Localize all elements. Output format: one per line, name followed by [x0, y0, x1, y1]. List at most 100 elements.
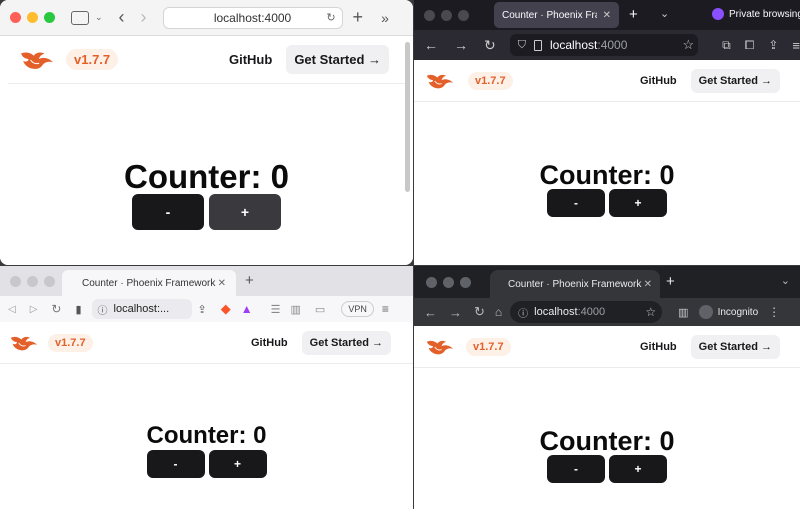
- minimize-dot[interactable]: [27, 275, 38, 287]
- home-icon[interactable]: ⌂: [495, 305, 502, 319]
- brave-rewards-icon[interactable]: ▲: [241, 302, 253, 316]
- close-dot[interactable]: [424, 9, 435, 21]
- reload-icon[interactable]: ↻: [51, 302, 61, 316]
- github-link[interactable]: GitHub: [251, 337, 288, 349]
- new-tab-icon[interactable]: +: [245, 272, 254, 289]
- address-bar[interactable]: localhost:4000 ↻: [162, 6, 343, 29]
- decrement-button[interactable]: -: [146, 450, 205, 478]
- github-link[interactable]: GitHub: [640, 75, 677, 87]
- reader-icon[interactable]: ☰: [271, 303, 281, 316]
- back-icon[interactable]: ◁: [8, 304, 16, 315]
- bookmark-star-icon[interactable]: ☆: [645, 305, 656, 319]
- reload-icon[interactable]: ↻: [474, 304, 485, 320]
- github-link[interactable]: GitHub: [229, 52, 272, 67]
- share-icon[interactable]: ⇪: [768, 38, 778, 52]
- reload-icon[interactable]: ↻: [484, 37, 496, 54]
- brave-shields-icon[interactable]: ◆: [221, 301, 231, 317]
- get-started-button[interactable]: Get Started →: [690, 68, 780, 93]
- zoom-dot[interactable]: [460, 276, 471, 288]
- decrement-button[interactable]: -: [132, 194, 204, 230]
- back-icon[interactable]: ←: [424, 37, 438, 53]
- wallet-icon[interactable]: ▭: [315, 303, 325, 316]
- version-badge: v1.7.7: [48, 333, 93, 352]
- increment-button[interactable]: +: [609, 455, 667, 483]
- sidebar-icon[interactable]: [71, 10, 89, 25]
- tab-counter[interactable]: Counter · Phoenix Fram ✕: [494, 2, 619, 28]
- safari-page: v1.7.7 GitHub Get Started → Counter: 0 -…: [0, 36, 413, 265]
- info-icon[interactable]: ⓘ: [98, 302, 108, 317]
- increment-button[interactable]: +: [609, 189, 667, 217]
- share-icon[interactable]: ⇪: [198, 303, 207, 316]
- address-bar[interactable]: ⛉ localhost :4000 ☆: [509, 34, 699, 56]
- page-icon: [533, 39, 542, 51]
- tab-title: Counter · Phoenix Framework: [82, 277, 216, 289]
- minimize-dot[interactable]: [441, 9, 452, 21]
- close-tab-icon[interactable]: ✕: [644, 279, 652, 290]
- new-tab-icon[interactable]: +: [666, 273, 675, 290]
- phoenix-logo-icon[interactable]: [426, 72, 454, 90]
- address-bar[interactable]: ⓘ localhost:...: [91, 299, 192, 319]
- zoom-dot[interactable]: [44, 275, 55, 287]
- reload-icon[interactable]: ↻: [326, 11, 335, 24]
- zoom-dot[interactable]: [44, 12, 55, 23]
- brave-tabbar: Counter · Phoenix Framework ✕ +: [0, 266, 413, 296]
- new-tab-icon[interactable]: +: [353, 7, 364, 28]
- vpn-button[interactable]: VPN: [341, 301, 374, 317]
- increment-button[interactable]: +: [208, 450, 267, 478]
- side-panel-icon[interactable]: ▥: [678, 306, 688, 319]
- new-tab-icon[interactable]: +: [629, 6, 638, 23]
- site-header: v1.7.7 GitHub Get Started →: [0, 322, 413, 364]
- menu-icon[interactable]: ≡: [382, 302, 389, 316]
- github-link[interactable]: GitHub: [640, 341, 677, 353]
- phoenix-logo-icon[interactable]: [20, 49, 54, 71]
- extension-icon[interactable]: ⧉: [722, 38, 731, 53]
- incognito-icon: [698, 305, 713, 319]
- forward-icon[interactable]: ▷: [30, 304, 38, 315]
- phoenix-logo-icon[interactable]: [426, 338, 454, 356]
- firefox-toolbar: ← → ↻ ⛉ localhost :4000 ☆ ⧉ ⧠ ⇪ ≡: [414, 30, 800, 60]
- tab-counter[interactable]: Counter · Phoenix Framework ✕: [62, 270, 236, 296]
- info-icon[interactable]: ⓘ: [518, 305, 528, 320]
- chevron-down-icon[interactable]: ⌄: [781, 274, 790, 287]
- forward-icon[interactable]: →: [454, 37, 468, 53]
- menu-icon[interactable]: ⋮: [768, 305, 780, 319]
- tab-counter[interactable]: Counter · Phoenix Framework ✕: [490, 270, 660, 298]
- sidebar-icon[interactable]: ▥: [291, 303, 301, 316]
- bookmark-icon[interactable]: ▮: [75, 303, 81, 316]
- menu-icon[interactable]: ≡: [792, 38, 800, 53]
- chevron-down-icon[interactable]: ⌄: [95, 12, 103, 23]
- counter-title: Counter: 0: [539, 160, 675, 190]
- phoenix-logo-icon[interactable]: [10, 334, 38, 352]
- get-started-button[interactable]: Get Started →: [690, 334, 780, 359]
- minimize-dot[interactable]: [443, 276, 454, 288]
- url-port: :4000: [597, 38, 628, 52]
- increment-button[interactable]: +: [209, 194, 281, 230]
- scrollbar[interactable]: [405, 42, 410, 192]
- get-started-button[interactable]: Get Started →: [301, 330, 391, 355]
- bookmark-star-icon[interactable]: ☆: [683, 37, 695, 53]
- close-dot[interactable]: [426, 276, 437, 288]
- zoom-dot[interactable]: [458, 9, 469, 21]
- forward-icon[interactable]: ›: [141, 7, 147, 28]
- chevron-down-icon[interactable]: ⌄: [660, 7, 669, 20]
- decrement-button[interactable]: -: [547, 189, 605, 217]
- decrement-button[interactable]: -: [547, 455, 605, 483]
- overflow-icon[interactable]: »: [381, 10, 389, 26]
- back-icon[interactable]: ‹: [119, 7, 125, 28]
- forward-icon[interactable]: →: [449, 305, 462, 320]
- get-started-button[interactable]: Get Started →: [286, 45, 389, 74]
- version-badge: v1.7.7: [466, 337, 511, 356]
- safari-window: ⌄ ‹ › localhost:4000 ↻ + » v1.7.7 GitHub…: [0, 0, 413, 265]
- close-tab-icon[interactable]: ✕: [603, 10, 611, 21]
- puzzle-icon[interactable]: ⧠: [745, 38, 755, 53]
- address-bar[interactable]: ⓘ localhost :4000 ☆: [510, 301, 663, 323]
- minimize-dot[interactable]: [27, 12, 38, 23]
- site-header: v1.7.7 GitHub Get Started →: [414, 60, 800, 102]
- tab-title: Counter · Phoenix Framework: [508, 278, 642, 290]
- counter-buttons: - +: [0, 194, 413, 230]
- close-tab-icon[interactable]: ✕: [218, 278, 226, 289]
- close-dot[interactable]: [10, 12, 21, 23]
- close-dot[interactable]: [10, 275, 21, 287]
- shield-icon[interactable]: ⛉: [518, 39, 526, 52]
- back-icon[interactable]: ←: [424, 305, 437, 320]
